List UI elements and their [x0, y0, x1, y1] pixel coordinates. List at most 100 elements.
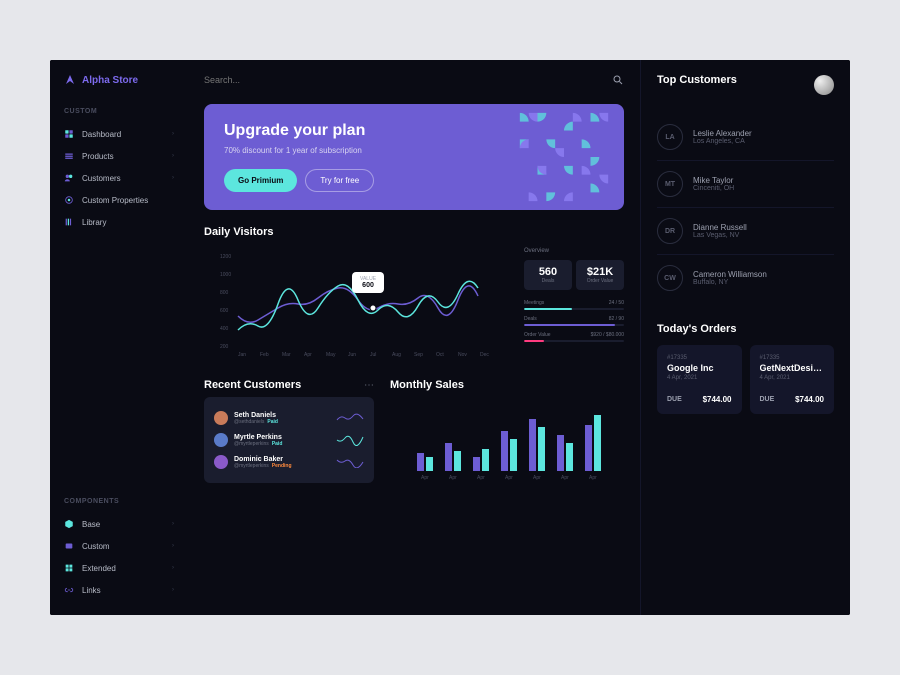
main-content: Upgrade your plan 70% discount for 1 yea…: [188, 60, 640, 615]
customer-initials: DR: [657, 218, 683, 244]
nav-label: Products: [82, 152, 114, 161]
chevron-right-icon: ›: [172, 565, 174, 571]
top-customer-row[interactable]: MT Mike TaylorCinceniti, OH: [657, 161, 834, 208]
chevron-right-icon: ›: [172, 131, 174, 137]
sidebar-item-customers[interactable]: Customers ›: [50, 167, 188, 189]
top-customer-row[interactable]: CW Cameron WilliamsonBuffalo, NY: [657, 255, 834, 301]
stat-order-value: $21K Order Value: [576, 260, 624, 290]
svg-text:Aug: Aug: [392, 352, 401, 358]
sidebar-section-custom: CUSTOM: [50, 108, 188, 115]
visitors-section: 1200 1000 800 600 400 200 JanFebMarAprMa…: [204, 248, 624, 363]
chevron-right-icon: ›: [172, 587, 174, 593]
svg-text:Apr: Apr: [589, 475, 597, 481]
svg-text:Sep: Sep: [414, 352, 423, 358]
products-icon: [64, 151, 74, 161]
svg-text:Apr: Apr: [304, 352, 312, 358]
sidebar-item-extended[interactable]: Extended ›: [50, 557, 188, 579]
nav-label: Base: [82, 520, 100, 529]
customer-row[interactable]: Myrtle Perkins @myrtleperkinsPaid: [214, 429, 364, 451]
svg-text:200: 200: [220, 344, 229, 350]
customer-initials: LA: [657, 124, 683, 150]
try-free-button[interactable]: Try for free: [305, 169, 374, 192]
overview-label: Overview: [524, 248, 624, 254]
chevron-right-icon: ›: [172, 543, 174, 549]
sidebar-item-base[interactable]: Base ›: [50, 513, 188, 535]
upgrade-banner: Upgrade your plan 70% discount for 1 yea…: [204, 104, 624, 210]
svg-text:Apr: Apr: [449, 475, 457, 481]
nav-label: Links: [82, 586, 101, 595]
progress-order-value: Order Value$920 / $80.000: [524, 332, 624, 342]
overview-panel: Overview 560 Deals $21K Order Value Meet…: [524, 248, 624, 363]
svg-text:400: 400: [220, 326, 229, 332]
svg-text:Dec: Dec: [480, 352, 489, 358]
chart-tooltip: VALUE 600: [352, 272, 384, 293]
chevron-right-icon: ›: [172, 521, 174, 527]
svg-text:Mar: Mar: [282, 352, 291, 358]
logo-text: Alpha Store: [82, 75, 138, 86]
customer-initials: MT: [657, 171, 683, 197]
progress-meetings: Meetings24 / 50: [524, 300, 624, 310]
progress-deals: Deals82 / 90: [524, 316, 624, 326]
app-root: Alpha Store CUSTOM Dashboard › Products …: [50, 60, 850, 615]
svg-text:Jul: Jul: [370, 352, 376, 358]
top-customer-row[interactable]: DR Dianne RussellLas Vegas, NV: [657, 208, 834, 255]
library-icon: [64, 217, 74, 227]
svg-text:Apr: Apr: [561, 475, 569, 481]
svg-text:Apr: Apr: [421, 475, 429, 481]
nav-label: Dashboard: [82, 130, 121, 139]
top-customer-row[interactable]: LA Leslie AlexanderLos Angeles, CA: [657, 114, 834, 161]
properties-icon: [64, 195, 74, 205]
customer-row[interactable]: Seth Daniels @sethdanielsPaid: [214, 407, 364, 429]
customers-icon: [64, 173, 74, 183]
svg-text:600: 600: [220, 308, 229, 314]
sparkline-icon: [336, 434, 364, 446]
nav-label: Custom: [82, 542, 110, 551]
more-icon[interactable]: ⋯: [364, 380, 374, 391]
recent-customers-title: Recent Customers: [204, 379, 301, 391]
customer-row[interactable]: Dominic Baker @myrtleperkinsPending: [214, 451, 364, 473]
extended-icon: [64, 563, 74, 573]
right-panel: Top Customers LA Leslie AlexanderLos Ang…: [640, 60, 850, 615]
logo[interactable]: Alpha Store: [50, 74, 188, 86]
go-premium-button[interactable]: Go Primium: [224, 169, 297, 192]
order-card[interactable]: #17335 Google Inc 4 Apr, 2021 DUE$744.00: [657, 345, 742, 414]
chevron-right-icon: ›: [172, 175, 174, 181]
svg-text:Jan: Jan: [238, 352, 246, 358]
user-avatar[interactable]: [814, 75, 834, 95]
todays-orders-title: Today's Orders: [657, 323, 834, 335]
sidebar-item-custom-properties[interactable]: Custom Properties: [50, 189, 188, 211]
daily-visitors-title: Daily Visitors: [204, 226, 624, 238]
svg-text:1000: 1000: [220, 272, 231, 278]
nav-label: Customers: [82, 174, 121, 183]
customer-initials: CW: [657, 265, 683, 291]
stat-deals: 560 Deals: [524, 260, 572, 290]
sparkline-icon: [336, 412, 364, 424]
svg-text:Nov: Nov: [458, 352, 467, 358]
sparkline-icon: [336, 456, 364, 468]
bottom-row: Recent Customers ⋯ Seth Daniels @sethdan…: [204, 379, 624, 486]
recent-customers-section: Recent Customers ⋯ Seth Daniels @sethdan…: [204, 379, 374, 486]
svg-text:May: May: [326, 352, 336, 358]
sidebar-item-library[interactable]: Library: [50, 211, 188, 233]
svg-text:Jun: Jun: [348, 352, 356, 358]
base-icon: [64, 519, 74, 529]
sidebar-item-custom[interactable]: Custom ›: [50, 535, 188, 557]
svg-text:1200: 1200: [220, 254, 231, 260]
sidebar: Alpha Store CUSTOM Dashboard › Products …: [50, 60, 188, 615]
avatar: [214, 455, 228, 469]
nav-label: Custom Properties: [82, 196, 148, 205]
search-bar: [204, 74, 624, 86]
sidebar-item-dashboard[interactable]: Dashboard ›: [50, 123, 188, 145]
avatar: [214, 411, 228, 425]
tooltip-value: 600: [362, 282, 374, 289]
monthly-sales-title: Monthly Sales: [390, 379, 624, 391]
sidebar-item-products[interactable]: Products ›: [50, 145, 188, 167]
avatar: [214, 433, 228, 447]
svg-text:800: 800: [220, 290, 229, 296]
sidebar-item-links[interactable]: Links ›: [50, 579, 188, 601]
monthly-sales-chart: Apr Apr Apr Apr Apr Apr Apr: [390, 401, 624, 481]
svg-text:Apr: Apr: [533, 475, 541, 481]
order-card[interactable]: #17335 GetNextDesign 4 Apr, 2021 DUE$744…: [750, 345, 835, 414]
search-input[interactable]: [204, 75, 404, 85]
search-icon[interactable]: [612, 74, 624, 86]
